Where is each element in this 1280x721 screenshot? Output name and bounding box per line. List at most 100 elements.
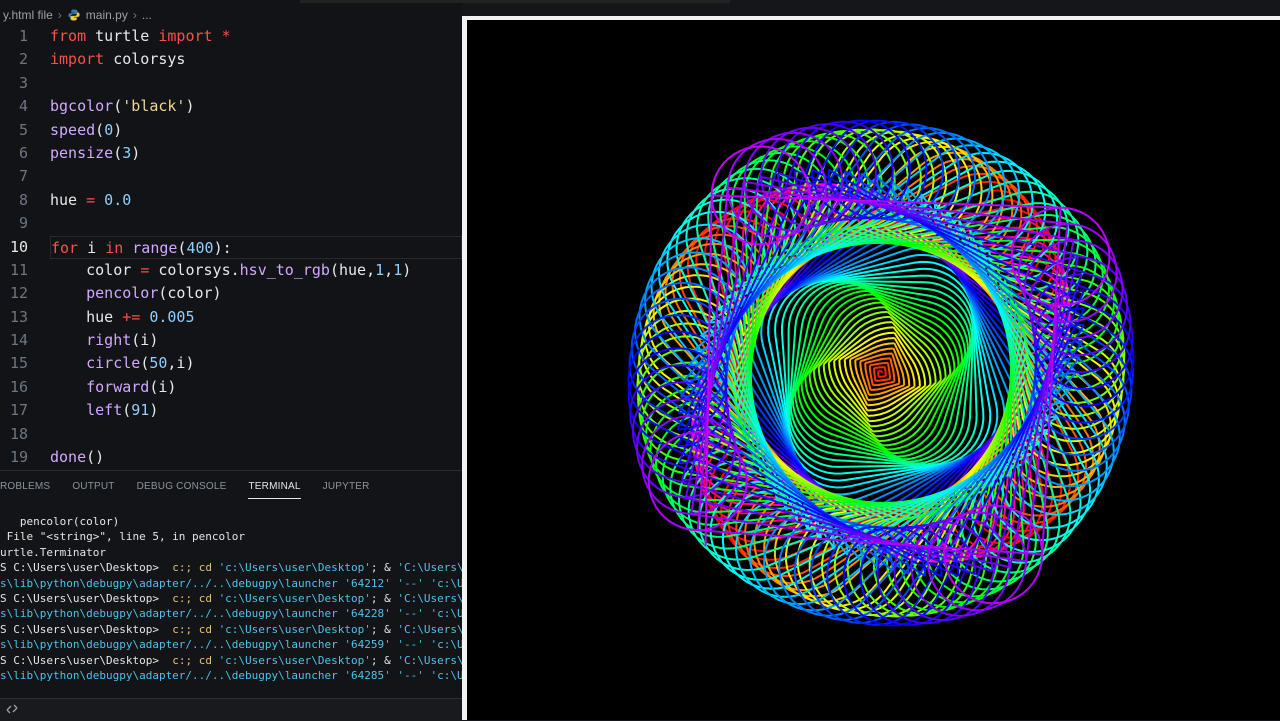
code-text: done() bbox=[50, 446, 462, 469]
terminal-text: ; & bbox=[371, 654, 398, 667]
code-token: ) bbox=[185, 97, 194, 115]
line-number: 19 bbox=[0, 446, 28, 469]
code-token: += bbox=[122, 308, 140, 326]
remote-icon[interactable] bbox=[6, 703, 18, 715]
code-token: i bbox=[78, 239, 105, 257]
code-token: * bbox=[213, 27, 231, 45]
code-token: color bbox=[50, 261, 140, 279]
code-token: (i) bbox=[149, 378, 176, 396]
code-token: ) bbox=[131, 144, 140, 162]
code-token: ) bbox=[402, 261, 411, 279]
code-line[interactable]: 4bgcolor('black') bbox=[0, 95, 462, 118]
code-line[interactable]: 6pensize(3) bbox=[0, 142, 462, 165]
code-token: done bbox=[50, 448, 86, 466]
line-number: 13 bbox=[0, 306, 28, 329]
code-editor[interactable]: 1 from turtle import *2import colorsys34b… bbox=[0, 24, 462, 471]
panel-tab-roblems[interactable]: ROBLEMS bbox=[0, 471, 61, 503]
status-bar bbox=[0, 698, 462, 721]
code-token: in bbox=[105, 239, 123, 257]
panel-tab-debug-console[interactable]: DEBUG CONSOLE bbox=[126, 471, 238, 503]
terminal-text: '--' bbox=[397, 577, 424, 590]
code-line[interactable]: 9 bbox=[0, 212, 462, 235]
code-token: 50 bbox=[149, 354, 167, 372]
terminal-line: s\lib\python\debugpy\adapter/../..\debug… bbox=[0, 606, 462, 621]
spiro-stroke bbox=[870, 363, 888, 365]
code-text: circle(50,i) bbox=[50, 352, 462, 375]
terminal-text: S C:\Users\user\Desktop> bbox=[0, 561, 166, 574]
code-line[interactable]: 14 right(i) bbox=[0, 329, 462, 352]
panel-tab-output[interactable]: OUTPUT bbox=[61, 471, 125, 503]
code-token: ( bbox=[113, 97, 122, 115]
terminal-text: 'c:\Users\user\Desktop' bbox=[219, 654, 371, 667]
line-number: 3 bbox=[0, 72, 28, 95]
code-line[interactable]: 8hue = 0.0 bbox=[0, 189, 462, 212]
code-line[interactable]: 13 hue += 0.005 bbox=[0, 306, 462, 329]
code-line[interactable]: 15 circle(50,i) bbox=[0, 352, 462, 375]
code-text: from turtle import * bbox=[50, 25, 462, 48]
terminal-text: '--' bbox=[397, 607, 424, 620]
terminal-line: S C:\Users\user\Desktop> c:; cd 'c:\User… bbox=[0, 653, 462, 668]
panel-tab-jupyter[interactable]: JUPYTER bbox=[312, 471, 381, 503]
code-token: pencolor bbox=[50, 284, 158, 302]
code-text: right(i) bbox=[50, 329, 462, 352]
code-token: 1 bbox=[375, 261, 384, 279]
code-line[interactable]: 1 from turtle import * bbox=[0, 25, 462, 48]
code-line[interactable]: 12 pencolor(color) bbox=[0, 282, 462, 305]
terminal-text: 'C:\Users\user bbox=[397, 592, 462, 605]
code-token: ( bbox=[140, 354, 149, 372]
spiro-stroke bbox=[870, 365, 873, 385]
terminal-text: c:; cd bbox=[166, 561, 219, 574]
line-number: 7 bbox=[0, 165, 28, 188]
code-token: hsv_to_rgb bbox=[240, 261, 330, 279]
code-line[interactable]: 2import colorsys bbox=[0, 48, 462, 71]
code-line[interactable]: 3 bbox=[0, 72, 462, 95]
terminal-text: '64212' bbox=[344, 577, 390, 590]
line-number: 12 bbox=[0, 282, 28, 305]
terminal-text: s\lib\python\debugpy\adapter/../..\debug… bbox=[0, 638, 338, 651]
code-token: 400 bbox=[186, 239, 213, 257]
line-number: 1 bbox=[0, 25, 28, 48]
terminal-text: 'c:\Use bbox=[431, 669, 463, 682]
code-line[interactable]: 19 done() bbox=[0, 446, 462, 469]
code-token: forward bbox=[50, 378, 149, 396]
code-token: 91 bbox=[131, 401, 149, 419]
code-text: hue += 0.005 bbox=[50, 306, 462, 329]
line-number: 15 bbox=[0, 352, 28, 375]
code-line[interactable]: 17 left(91) bbox=[0, 399, 462, 422]
code-token: right bbox=[50, 331, 131, 349]
breadcrumb-file[interactable]: main.py bbox=[83, 8, 131, 22]
code-text: speed(0) bbox=[50, 119, 462, 142]
panel-tab-terminal[interactable]: TERMINAL bbox=[237, 471, 311, 503]
code-line[interactable]: 7 bbox=[0, 165, 462, 188]
terminal-text: s\lib\python\debugpy\adapter/../..\debug… bbox=[0, 607, 338, 620]
code-text: pencolor(color) bbox=[50, 282, 462, 305]
code-token: ( bbox=[113, 144, 122, 162]
code-line[interactable]: 16 forward(i) bbox=[0, 376, 462, 399]
terminal-output[interactable]: pencolor(color) File "<string>", line 5,… bbox=[0, 502, 462, 710]
terminal-text: urtle.Terminator bbox=[0, 546, 106, 559]
breadcrumb-more[interactable]: ... bbox=[139, 8, 155, 22]
code-line[interactable]: 18 bbox=[0, 423, 462, 446]
code-token: pensize bbox=[50, 144, 113, 162]
code-token: ): bbox=[214, 239, 232, 257]
turtle-canvas bbox=[467, 20, 1280, 720]
code-text bbox=[50, 165, 462, 188]
line-number: 14 bbox=[0, 329, 28, 352]
terminal-text: S C:\Users\user\Desktop> bbox=[0, 654, 166, 667]
code-token: (color) bbox=[158, 284, 221, 302]
terminal-text: '64228' bbox=[344, 607, 390, 620]
code-token: 'black' bbox=[122, 97, 185, 115]
code-token: 0 bbox=[104, 121, 113, 139]
terminal-text: ; & bbox=[371, 592, 398, 605]
code-line[interactable]: 11 color = colorsys.hsv_to_rgb(hue,1,1) bbox=[0, 259, 462, 282]
terminal-line: File "<string>", line 5, in pencolor bbox=[0, 529, 462, 544]
breadcrumb-folder[interactable]: y.html file bbox=[0, 8, 56, 22]
terminal-line: s\lib\python\debugpy\adapter/../..\debug… bbox=[0, 668, 462, 683]
code-line[interactable]: 10for i in range(400): bbox=[0, 236, 462, 259]
code-token: colorsys bbox=[104, 50, 185, 68]
code-line[interactable]: 5speed(0) bbox=[0, 119, 462, 142]
terminal-text: File "<string>", line 5, in pencolor bbox=[0, 530, 245, 543]
code-token: ) bbox=[113, 121, 122, 139]
python-file-icon bbox=[68, 9, 80, 21]
terminal-text: c:; cd bbox=[166, 623, 219, 636]
